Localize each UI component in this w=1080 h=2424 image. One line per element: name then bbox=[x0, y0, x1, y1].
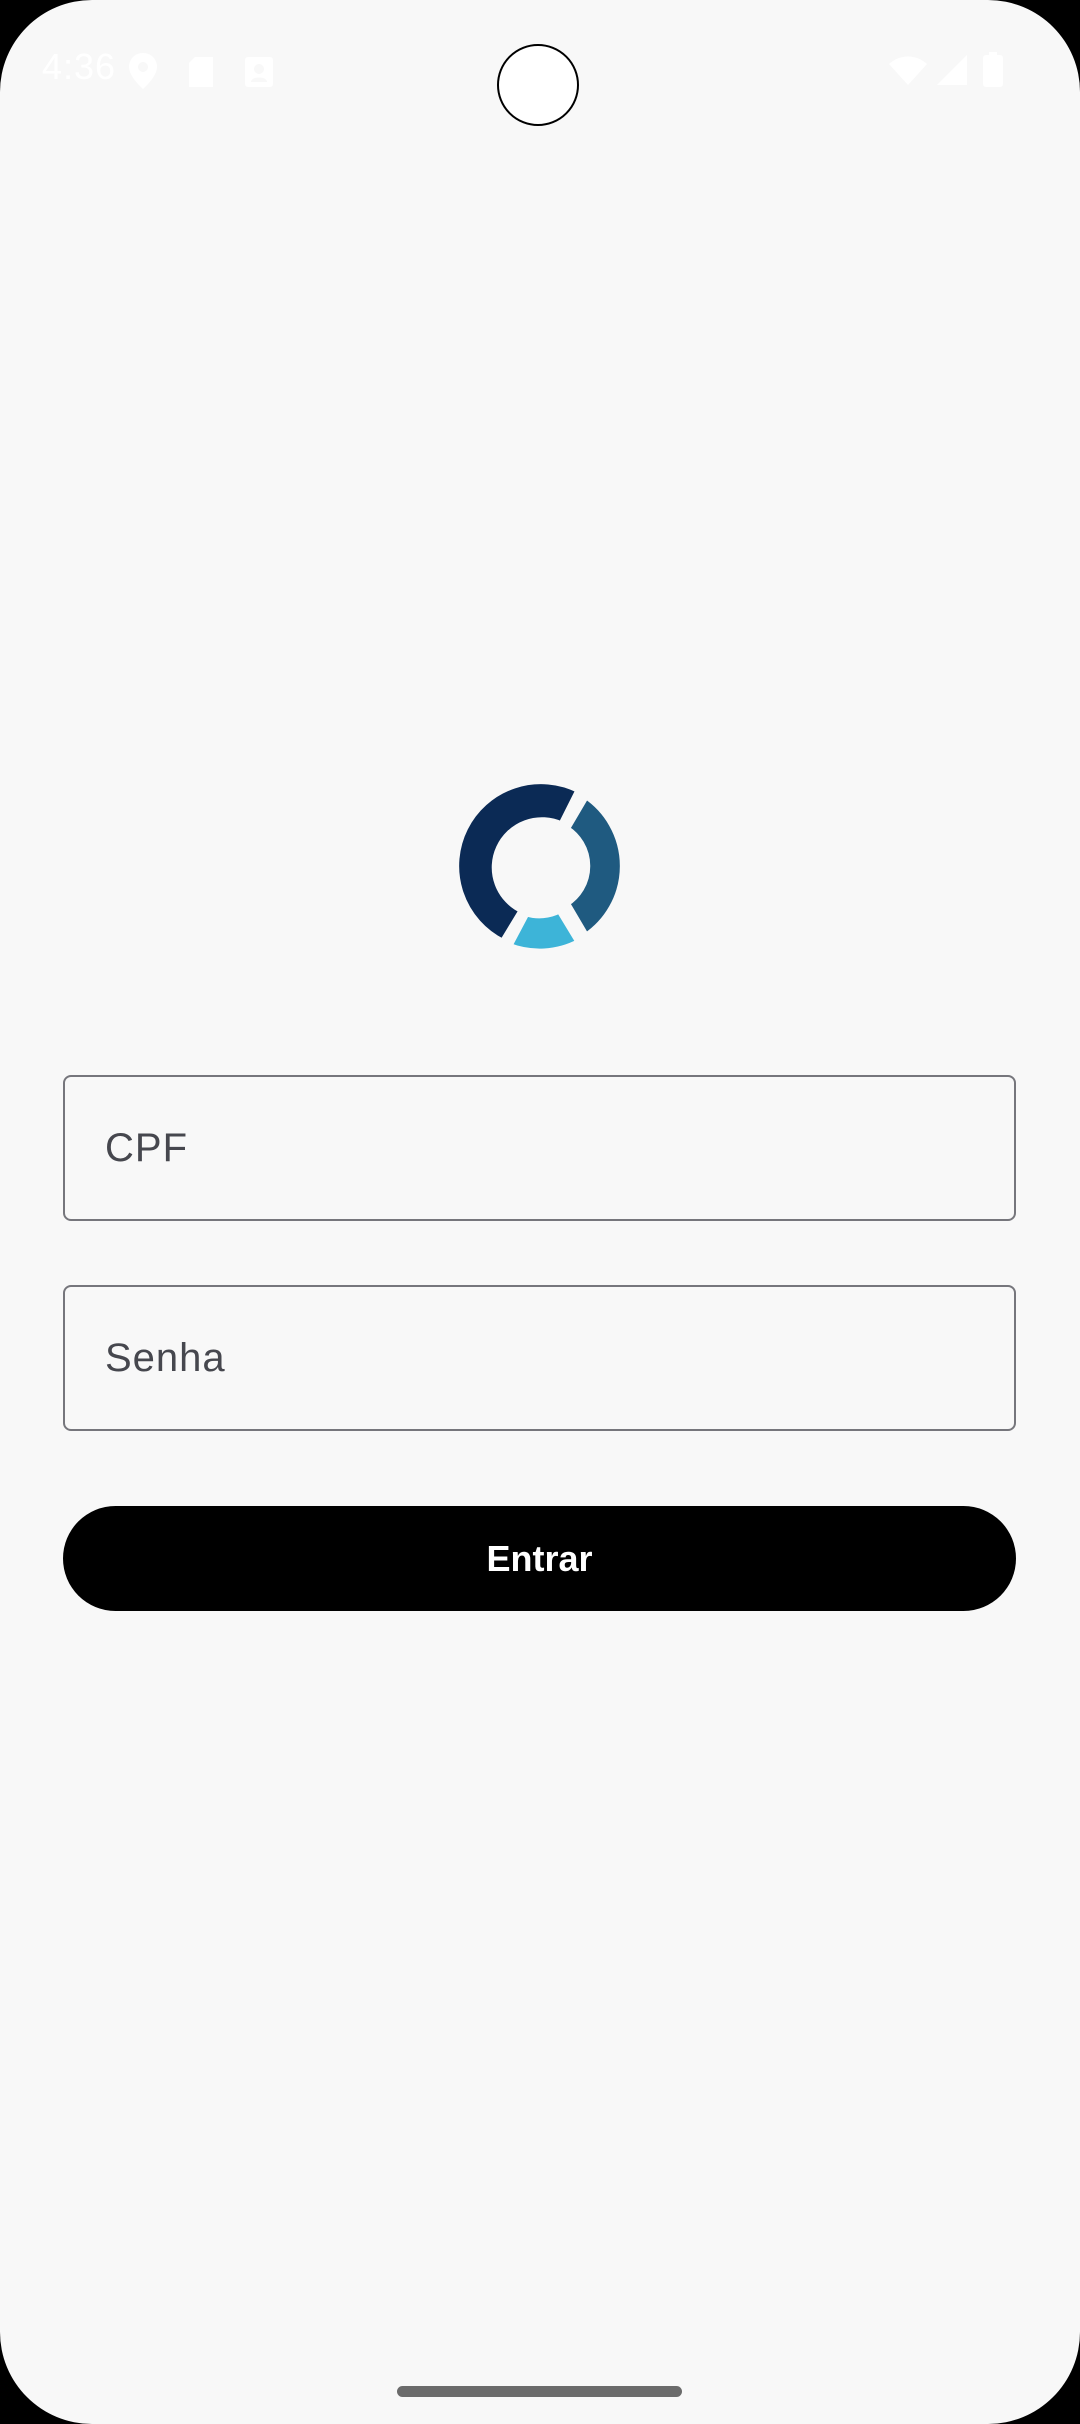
wifi-icon bbox=[889, 56, 927, 85]
status-time: 4:36 bbox=[42, 46, 117, 87]
front-camera-cutout bbox=[497, 44, 579, 126]
gesture-nav-handle[interactable] bbox=[397, 2386, 682, 2397]
status-bar: 4:36 bbox=[0, 0, 1080, 140]
contact-card-icon bbox=[245, 57, 273, 87]
sd-card-icon bbox=[189, 57, 213, 87]
login-button-label: Entrar bbox=[486, 1537, 593, 1579]
signal-icon bbox=[937, 55, 967, 85]
location-icon bbox=[129, 53, 157, 89]
password-placeholder: Senha bbox=[105, 1335, 226, 1380]
app-logo bbox=[452, 778, 627, 954]
cpf-input[interactable]: CPF bbox=[63, 1075, 1016, 1221]
login-button[interactable]: Entrar bbox=[63, 1506, 1016, 1611]
password-input[interactable]: Senha bbox=[63, 1285, 1016, 1431]
battery-icon bbox=[983, 52, 1003, 87]
cpf-placeholder: CPF bbox=[105, 1125, 188, 1170]
device-screen: 4:36 CPF Senha Entrar bbox=[0, 0, 1080, 2424]
